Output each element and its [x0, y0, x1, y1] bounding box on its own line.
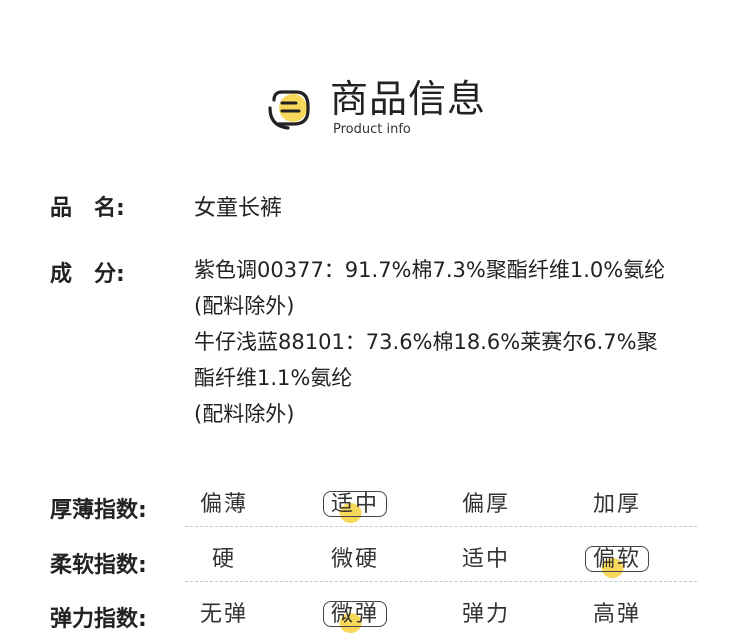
softness-label: 柔软指数:	[50, 553, 147, 578]
page-title: 商品信息	[330, 77, 487, 121]
product-name-label: 品 名:	[50, 196, 125, 221]
scale-option: 适中	[461, 547, 510, 572]
elasticity-label: 弹力指数:	[50, 607, 147, 632]
softness-scale: 硬 微硬 适中 偏软	[185, 541, 697, 582]
composition-value: 紫色调00377：91.7%棉7.3%聚酯纤维1.0%氨纶 (配料除外) 牛仔浅…	[194, 252, 724, 432]
scale-option-selected: 偏软	[562, 545, 672, 578]
page-subtitle: Product info	[333, 122, 411, 137]
thickness-scale: 偏薄 适中 偏厚 加厚	[185, 486, 697, 527]
scale-option: 偏薄	[199, 492, 248, 517]
scale-option: 无弹	[199, 602, 248, 627]
composition-line: (配料除外)	[194, 402, 295, 426]
scale-option-selected: 微弹	[300, 600, 410, 633]
scale-option-selected: 适中	[300, 490, 410, 523]
composition-line: 紫色调00377：91.7%棉7.3%聚酯纤维1.0%氨纶	[194, 258, 666, 282]
product-name-value: 女童长裤	[194, 196, 283, 221]
document-lines-icon	[268, 90, 310, 130]
composition-label: 成 分:	[50, 262, 125, 287]
section-header: 商品信息 Product info	[266, 76, 526, 140]
scale-option: 弹力	[461, 602, 510, 627]
thickness-label: 厚薄指数:	[50, 498, 147, 523]
scale-option: 偏厚	[461, 492, 510, 517]
scale-option: 高弹	[592, 602, 641, 627]
scale-option: 加厚	[592, 492, 641, 517]
scale-option: 微硬	[330, 547, 379, 572]
composition-line: 酯纤维1.1%氨纶	[194, 366, 353, 390]
composition-line: 牛仔浅蓝88101：73.6%棉18.6%莱赛尔6.7%聚	[194, 330, 658, 354]
scale-option: 硬	[211, 547, 236, 572]
composition-line: (配料除外)	[194, 294, 295, 318]
elasticity-scale: 无弹 微弹 弹力 高弹	[185, 596, 697, 636]
